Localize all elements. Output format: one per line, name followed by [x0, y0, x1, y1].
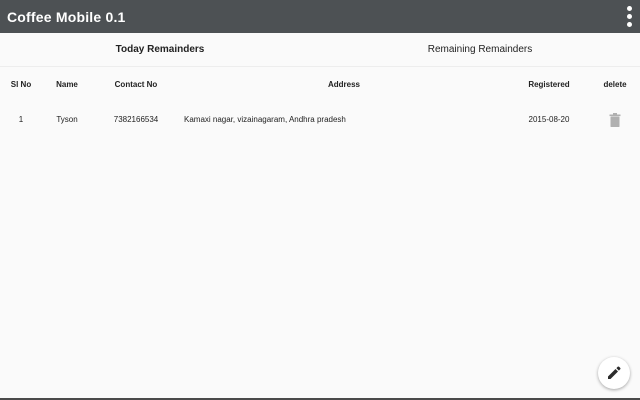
- remainders-table: Sl No Name Contact No Address Registered…: [0, 67, 640, 138]
- cell-registered: 2015-08-20: [528, 115, 570, 124]
- table-row[interactable]: 1 Tyson 7382166534 Kamaxi nagar, vizaina…: [0, 101, 640, 138]
- tab-remaining-remainders[interactable]: Remaining Remainders: [320, 33, 640, 66]
- tab-bar: Today Remainders Remaining Remainders: [0, 33, 640, 67]
- app-title: Coffee Mobile 0.1: [7, 8, 126, 25]
- cell-contact-no: 7382166534: [113, 115, 159, 124]
- cell-name: Tyson: [56, 115, 78, 124]
- action-bar: Coffee Mobile 0.1: [0, 0, 640, 33]
- tab-today-remainders[interactable]: Today Remainders: [0, 33, 320, 66]
- edit-fab-button[interactable]: [598, 357, 630, 389]
- header-registered: Registered: [528, 79, 570, 89]
- table-header: Sl No Name Contact No Address Registered…: [0, 67, 640, 101]
- header-delete: delete: [603, 79, 627, 89]
- cell-delete: [594, 101, 636, 138]
- more-vert-icon[interactable]: [622, 4, 636, 29]
- app-screen: Coffee Mobile 0.1 Today Remainders Remai…: [0, 0, 640, 400]
- pencil-icon: [608, 366, 621, 379]
- header-name: Name: [56, 79, 78, 89]
- trash-icon[interactable]: [609, 112, 621, 127]
- header-contact-no: Contact No: [114, 79, 158, 89]
- header-address: Address: [327, 79, 360, 89]
- header-sl-no: Sl No: [10, 79, 32, 89]
- cell-address: Kamaxi nagar, vizainagaram, Andhra prade…: [184, 115, 346, 124]
- cell-sl-no: 1: [18, 115, 24, 124]
